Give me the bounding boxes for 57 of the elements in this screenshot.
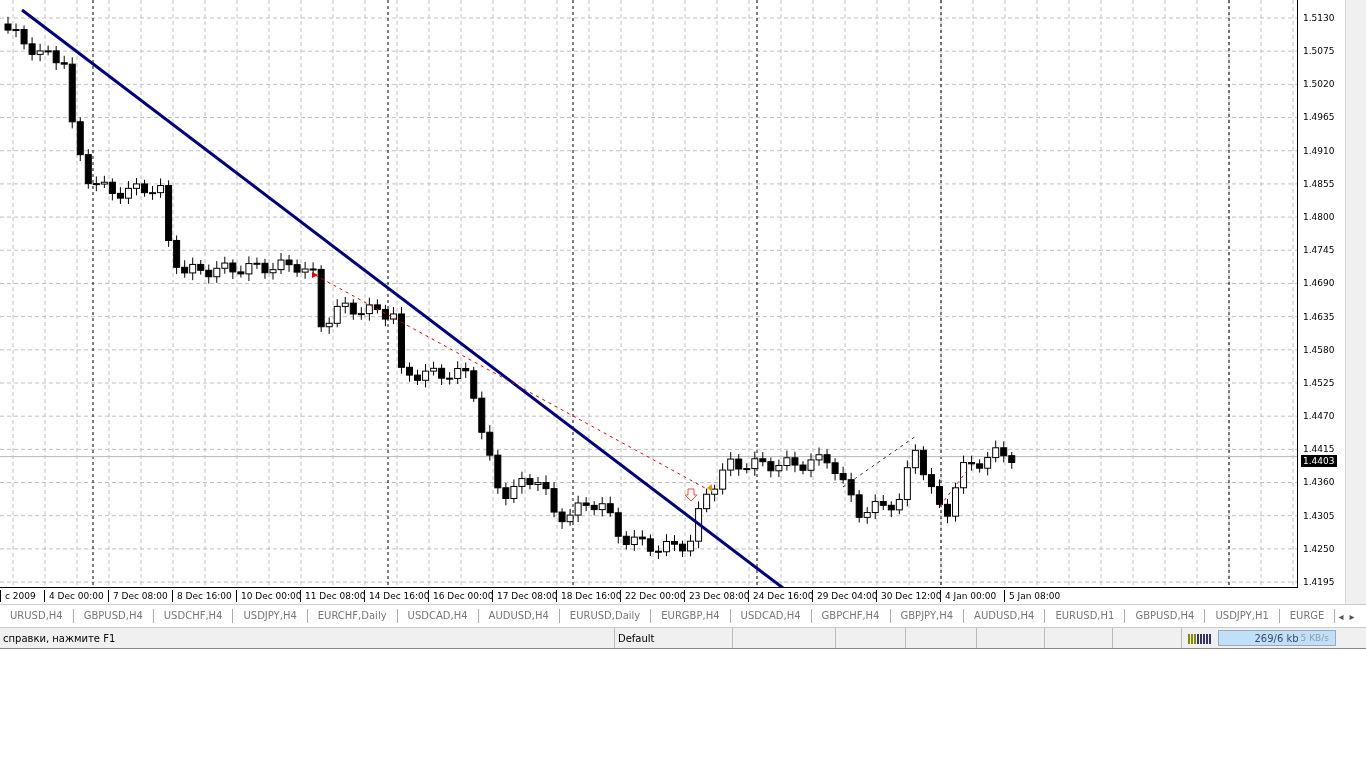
- scroll-right-button[interactable]: ▸: [1346, 610, 1358, 622]
- price-label: 1.4800: [1303, 212, 1335, 222]
- trade-line: [939, 471, 967, 507]
- time-label: 4 Dec 00:00: [44, 590, 108, 602]
- chart-tab[interactable]: USDJPY,H4: [233, 609, 308, 623]
- price-label: 1.4745: [1303, 245, 1335, 256]
- time-label: 17 Dec 08:00: [492, 590, 556, 602]
- chart-tab[interactable]: USDCAD,H4: [397, 609, 479, 623]
- price-label: 1.4635: [1303, 311, 1335, 322]
- time-label: 4 Jan 00:00: [940, 590, 1004, 602]
- price-label: 1.4965: [1303, 112, 1335, 123]
- chart-tab[interactable]: GBPCHF,H4: [811, 609, 891, 623]
- profile-text: Default: [617, 632, 655, 644]
- chart-tab[interactable]: GBPUSD,H4: [73, 609, 154, 623]
- price-label: 1.4855: [1303, 178, 1335, 189]
- chart-tab[interactable]: EURUSD,H1: [1045, 609, 1126, 623]
- chart-tab[interactable]: USDCHF,H4: [153, 609, 234, 623]
- down-arrow-icon: [684, 488, 698, 502]
- time-label: 5 Jan 08:00: [1004, 590, 1084, 602]
- price-label: 1.4470: [1303, 411, 1335, 422]
- speed-text: 5 KB/s: [1300, 633, 1329, 643]
- price-label: 1.4690: [1303, 278, 1335, 289]
- chart-tab[interactable]: EURCHF,Daily: [307, 609, 398, 623]
- price-label: 1.4195: [1303, 576, 1335, 587]
- chart-tab[interactable]: USDCAD,H4: [730, 609, 812, 623]
- time-label: 23 Dec 08:00: [684, 590, 748, 602]
- chart-tab[interactable]: GBPUSD,H4: [1125, 609, 1206, 623]
- chart-tab[interactable]: AUDUSD,H4: [478, 609, 560, 623]
- price-label: 1.4910: [1303, 145, 1335, 156]
- time-label: 11 Dec 08:00: [300, 590, 364, 602]
- price-label: 1.5075: [1303, 46, 1335, 57]
- price-label: 1.5020: [1303, 79, 1335, 90]
- scroll-left-button[interactable]: ◂: [1335, 610, 1347, 622]
- price-label: 1.4250: [1303, 543, 1335, 554]
- chart-tab[interactable]: GBPJPY,H4: [890, 609, 965, 623]
- connection-bars-icon: [1188, 632, 1212, 644]
- chart-tab[interactable]: EURUSD,Daily: [559, 609, 652, 623]
- entry-marker-icon: [312, 272, 318, 278]
- price-label: 1.4580: [1303, 344, 1335, 355]
- time-label: 8 Dec 16:00: [172, 590, 236, 602]
- traffic-text: 269/6 kb: [1254, 632, 1299, 644]
- chart-tab[interactable]: USDJPY,H1: [1205, 609, 1280, 623]
- price-label: 1.4415: [1303, 444, 1335, 455]
- chart-tab[interactable]: URUSD,H4: [0, 609, 74, 623]
- price-label: 1.4525: [1303, 377, 1335, 388]
- time-label: 7 Dec 08:00: [108, 590, 172, 602]
- chart-tab[interactable]: EURGE: [1279, 609, 1336, 623]
- help-text: справки, нажмите F1: [2, 632, 116, 644]
- time-label: c 2009: [0, 590, 44, 602]
- price-label: 1.5130: [1303, 12, 1335, 23]
- trend-line[interactable]: [21, 8, 784, 587]
- price-label: 1.4360: [1303, 477, 1335, 488]
- current-price-label: 1.4403: [1301, 455, 1337, 467]
- chart-tab[interactable]: AUDUSD,H4: [964, 609, 1046, 623]
- exit-marker-icon: [707, 484, 712, 492]
- chart-tab[interactable]: EURGBP,H4: [651, 609, 731, 623]
- price-label: 1.4305: [1303, 510, 1335, 521]
